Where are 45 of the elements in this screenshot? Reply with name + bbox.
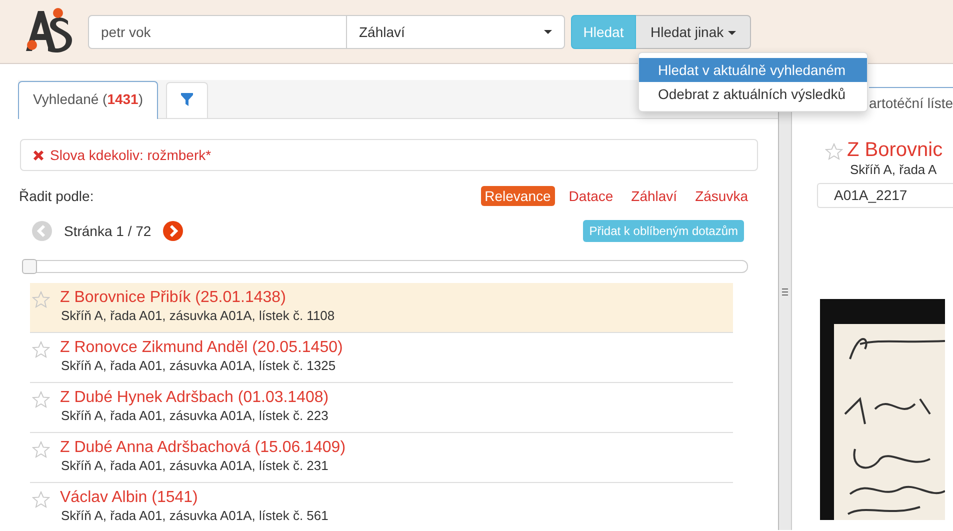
star-icon[interactable] — [32, 491, 50, 508]
result-item[interactable]: Z Dubé Anna Adršbachová (15.06.1409) Skříň A, řada A01, zásuvka A01A, lístek č. 231 — [30, 433, 733, 483]
result-item[interactable]: Václav Albin (1541) Skříň A, řada A01, zásuvka A01A, lístek č. 561 — [30, 483, 733, 531]
slider-thumb[interactable] — [22, 259, 37, 274]
result-item[interactable]: Z Borovnice Přibík (25.01.1438) Skříň A, řada A01, zásuvka A01A, lístek č. 1108 — [30, 283, 733, 333]
result-location: Skříň A, řada A01, zásuvka A01A, lístek č. 231 — [61, 458, 330, 473]
result-item[interactable]: Z Ronovce Zikmund Anděl (20.05.1450) Skříň A, řada A01, zásuvka A01A, lístek č. 1325 — [30, 333, 733, 383]
sort-option[interactable]: Relevance — [480, 186, 555, 206]
results-tab[interactable]: Vyhledané (1431) — [18, 81, 158, 119]
star-icon[interactable] — [32, 441, 50, 458]
sort-option[interactable]: Záhlaví — [627, 186, 682, 206]
star-icon[interactable] — [32, 391, 50, 408]
result-title[interactable]: Václav Albin (1541) — [60, 489, 328, 507]
result-title[interactable]: Z Ronovce Zikmund Anděl (20.05.1450) — [60, 339, 343, 357]
filter-icon — [181, 93, 194, 106]
previous-page-icon[interactable] — [32, 221, 52, 241]
field-select[interactable]: Záhlaví — [347, 14, 565, 48]
next-page-icon[interactable] — [163, 221, 184, 241]
card-location: Skříň A, řada A — [850, 162, 938, 177]
menu-item[interactable]: Odebrat z aktuálních výsledků — [639, 82, 867, 106]
result-title[interactable]: Z Borovnice Přibík (25.01.1438) — [60, 289, 335, 307]
result-location: Skříň A, řada A01, zásuvka A01A, lístek č. 223 — [61, 408, 329, 423]
star-icon[interactable] — [32, 341, 50, 358]
card-title: Z Borovnic — [847, 139, 943, 162]
menu-item[interactable]: Hledat v aktuálně vyhledaném — [639, 58, 867, 82]
search-field[interactable]: petr vok — [88, 14, 347, 48]
result-location: Skříň A, řada A01, zásuvka A01A, lístek č. 561 — [61, 508, 328, 523]
page-indicator: Stránka 1 / 72 — [64, 223, 152, 239]
sort-label: Řadit podle: — [19, 188, 94, 204]
result-location: Skříň A, řada A01, zásuvka A01A, lístek č. 1108 — [61, 308, 335, 323]
card-id-field: A01A_2217 — [817, 183, 953, 208]
result-item[interactable]: Z Dubé Hynek Adršbach (01.03.1408) Skříň A, řada A01, zásuvka A01A, lístek č. 223 — [30, 383, 733, 433]
sort-option[interactable]: Zásuvka — [691, 186, 752, 206]
filter-text: Slova kdekoliv: rožmberk* — [50, 147, 212, 163]
result-title[interactable]: Z Dubé Anna Adršbachová (15.06.1409) — [60, 439, 346, 457]
remove-icon[interactable] — [33, 150, 44, 160]
star-icon[interactable] — [32, 291, 50, 308]
grip-icon[interactable] — [782, 288, 788, 296]
search-options-button[interactable]: Hledat jinak — [636, 14, 751, 48]
sort-option[interactable]: Datace — [564, 186, 618, 206]
result-title[interactable]: Z Dubé Hynek Adršbach (01.03.1408) — [60, 389, 329, 407]
filter-tab[interactable] — [166, 82, 208, 118]
star-icon[interactable] — [825, 143, 843, 160]
slider-track[interactable] — [22, 260, 748, 273]
result-location: Skříň A, řada A01, zásuvka A01A, lístek č. 1325 — [61, 358, 337, 373]
